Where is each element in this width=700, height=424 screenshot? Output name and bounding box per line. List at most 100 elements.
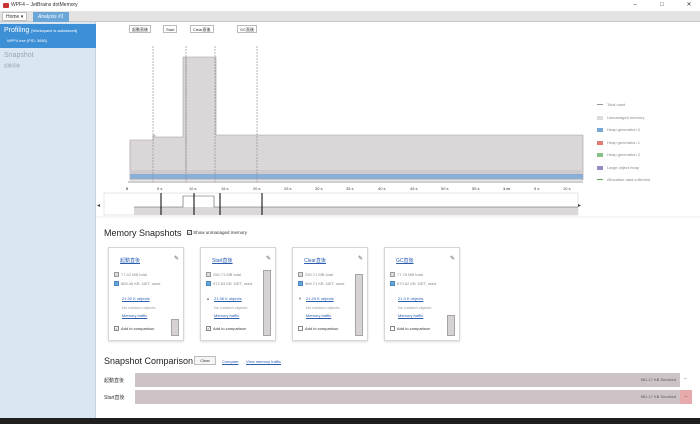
memory-snapshots-title: Memory Snapshots (104, 228, 182, 238)
tick-label: 1 m (503, 186, 510, 191)
tick-label: 5 s (534, 186, 540, 191)
tick-label: 0 (126, 186, 129, 191)
add-to-comparison-checkbox[interactable]: ✓ Add to comparison (114, 326, 154, 332)
sidebar-item-snapshot[interactable]: Snapshot (4, 52, 34, 59)
edit-icon[interactable]: ✎ (174, 255, 179, 262)
autosave-status: [Workspace is autosaved] (31, 28, 78, 33)
tick-label: 35 s (346, 186, 354, 191)
objects-link[interactable]: 21.3 K objects (398, 296, 423, 301)
checkbox-icon (390, 326, 395, 332)
event-label-1[interactable]: 起動直後 (129, 25, 151, 33)
legend-swatch (597, 152, 603, 157)
trend-arrow-icon: ▼ (298, 296, 302, 301)
snapshot-comparison-title: Snapshot Comparison (104, 356, 194, 366)
snapshot-name[interactable]: Clear直後 (304, 257, 326, 264)
comparison-row-bar[interactable]: 961.17 KB Survived (135, 390, 680, 404)
total-value: 230.71 MB (305, 272, 325, 277)
comparison-row-label: Start直後 (104, 395, 125, 401)
net-icon (390, 281, 395, 287)
sidebar: Profiling [Workspace is autosaved] WPF4.e… (0, 22, 96, 424)
comparison-row-bar[interactable]: 961.17 KB Survived (135, 373, 680, 387)
compare-link[interactable]: Compare (222, 359, 238, 364)
memory-level-bar (171, 319, 179, 336)
tick-label: 55 s (472, 186, 480, 191)
checkbox-icon: ✓ (114, 326, 119, 332)
unmanaged-base (130, 170, 583, 174)
tab-analysis[interactable]: Analysis #1 (33, 12, 69, 22)
legend-label: Allocation data collected (607, 177, 651, 182)
legend-unmanaged[interactable]: Unmanaged memory (597, 115, 644, 120)
tick-label: 45 s (410, 186, 418, 191)
snapshot-card[interactable]: GC直後 ✎ 77.76 MB total 870.62 KB .NET, us… (384, 247, 460, 341)
objects-link[interactable]: 21.36 K objects (214, 296, 242, 301)
window-title: WPF4 – JetBrains dotMemory (11, 2, 78, 8)
legend-gen2[interactable]: Heap generation 2 (597, 152, 640, 157)
add-to-comparison-checkbox[interactable]: ✓ Add to comparison (206, 326, 246, 332)
net-value: 870.62 KB (397, 281, 416, 286)
tick-label: 50 s (441, 186, 449, 191)
scroll-right-icon[interactable]: ▸ (578, 203, 581, 209)
home-tab[interactable]: Home ▾ (2, 12, 28, 21)
app-icon (3, 3, 9, 8)
snapshot-name[interactable]: 起動直後 (120, 257, 140, 264)
objects-link[interactable]: 21.29 K objects (306, 296, 334, 301)
edit-icon[interactable]: ✎ (266, 255, 271, 262)
clear-button[interactable]: Clear (194, 356, 216, 365)
heap-gen0-band (130, 174, 583, 179)
memory-traffic-link[interactable]: Memory traffic (122, 313, 147, 318)
checkbox-icon (298, 326, 303, 332)
memory-traffic-link[interactable]: Memory traffic (306, 313, 331, 318)
legend-total-used[interactable]: Total used (597, 102, 625, 107)
snapshot-name[interactable]: Start直後 (212, 257, 233, 264)
tick-label: 15 s (221, 186, 229, 191)
net-value: 972.63 KB (213, 281, 232, 286)
scroll-left-icon[interactable]: ◂ (97, 203, 100, 209)
total-icon (298, 272, 303, 278)
tick-label: 40 s (378, 186, 386, 191)
total-icon (206, 272, 211, 278)
tick-label: 30 s (315, 186, 323, 191)
add-to-comparison-checkbox[interactable]: Add to comparison (298, 326, 338, 332)
legend-swatch (597, 179, 603, 181)
event-label-3[interactable]: Clear直後 (190, 25, 214, 33)
event-label-4[interactable]: GC直後 (237, 25, 257, 33)
tab-bar: Home ▾ Analysis #1 (0, 11, 700, 22)
legend-loh[interactable]: Large object heap (597, 165, 639, 170)
comparison-row-end: – (684, 376, 687, 382)
sidebar-item-profiling[interactable]: Profiling [Workspace is autosaved] WPF4.e… (0, 24, 96, 48)
event-label-2[interactable]: Start (163, 25, 178, 33)
snapshot-card[interactable]: Clear直後 ✎ 230.71 MB total 969.71 KB .NET… (292, 247, 368, 341)
process-name: WPF4.exe (PID: 3660) (7, 38, 48, 43)
minimize-button[interactable]: – (626, 0, 644, 11)
edit-icon[interactable]: ✎ (358, 255, 363, 262)
close-button[interactable]: ✕ (680, 0, 698, 11)
objects-link[interactable]: 21.32 K objects (122, 296, 150, 301)
marked-objects-text: No marked objects (214, 305, 248, 310)
legend-gen0[interactable]: Heap generation 0 (597, 127, 640, 132)
legend-label: Unmanaged memory (607, 115, 645, 120)
total-value: 77.42 MB (121, 272, 139, 277)
snapshot-subtitle: 起動直後 (4, 63, 20, 68)
show-unmanaged-toggle[interactable]: ✓ Show unmanaged memory (187, 230, 247, 236)
memory-traffic-link[interactable]: Memory traffic (398, 313, 423, 318)
tick-label: 5 s (157, 186, 163, 191)
snapshot-card[interactable]: Start直後 ✎ 250.71 MB total 972.63 KB .NET… (200, 247, 276, 341)
add-to-comparison-checkbox[interactable]: Add to comparison (390, 326, 430, 332)
edit-icon[interactable]: ✎ (450, 255, 455, 262)
net-value: 969.71 KB (305, 281, 324, 286)
comparison-row-end: – (680, 390, 692, 404)
comparison-row-label: 起動直後 (104, 378, 125, 384)
net-icon (206, 281, 211, 287)
legend-gen1[interactable]: Heap generation 1 (597, 140, 640, 145)
net-value: 865.46 KB (121, 281, 140, 286)
memory-traffic-link[interactable]: Memory traffic (214, 313, 239, 318)
maximize-button[interactable]: □ (653, 0, 671, 11)
checkbox-icon: ✓ (187, 230, 192, 236)
legend-allocation[interactable]: Allocation data collected (597, 177, 650, 182)
total-icon (114, 272, 119, 278)
snapshot-card[interactable]: 起動直後 ✎ 77.42 MB total 865.46 KB .NET, us… (108, 247, 184, 341)
view-memory-traffic-link[interactable]: View memory traffic (246, 359, 281, 364)
snapshot-name[interactable]: GC直後 (396, 257, 414, 264)
legend-swatch (597, 115, 603, 120)
title-bar: WPF4 – JetBrains dotMemory – □ ✕ (0, 0, 700, 11)
